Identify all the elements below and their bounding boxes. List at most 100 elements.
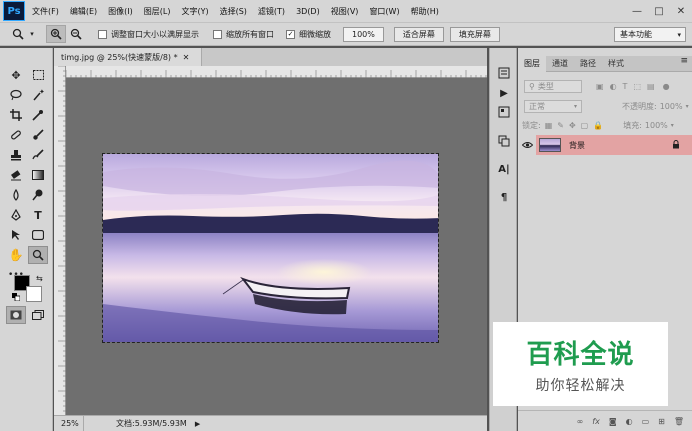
close-window-button[interactable]: ✕ xyxy=(670,0,692,22)
type-tool-icon[interactable]: T xyxy=(28,206,48,224)
rectangle-tool-icon[interactable] xyxy=(28,226,48,244)
menu-edit[interactable]: 编辑(E) xyxy=(70,6,97,17)
chevron-down-icon[interactable]: ▾ xyxy=(671,122,674,129)
chevron-down-icon[interactable]: ▾ xyxy=(28,25,36,43)
scrubby-zoom-checkbox[interactable]: ✓ 细微缩放 xyxy=(286,29,331,40)
screen-mode-icon[interactable] xyxy=(28,306,48,324)
gradient-tool-icon[interactable] xyxy=(28,166,48,184)
move-tool-icon[interactable]: ✥ xyxy=(6,66,26,84)
lock-position-icon[interactable]: ✥ xyxy=(569,121,576,130)
actions-panel-icon[interactable]: ▶ xyxy=(495,84,513,102)
link-layers-icon[interactable]: ∞ xyxy=(577,417,584,426)
delete-layer-icon[interactable]: 🗑 xyxy=(674,417,684,426)
eraser-tool-icon[interactable] xyxy=(6,166,26,184)
document-image[interactable] xyxy=(102,153,439,343)
menu-window[interactable]: 窗口(W) xyxy=(369,6,399,17)
zoom-tool-icon[interactable] xyxy=(28,246,48,264)
brush-tool-icon[interactable] xyxy=(28,126,48,144)
lock-all-icon[interactable]: 🔒 xyxy=(593,121,603,130)
minimize-button[interactable]: — xyxy=(626,0,648,22)
history-brush-tool-icon[interactable] xyxy=(28,146,48,164)
filter-adjustment-icon[interactable]: ◐ xyxy=(610,82,617,91)
menu-type[interactable]: 文字(Y) xyxy=(181,6,208,17)
zoom-tool-preset-icon[interactable] xyxy=(8,25,28,43)
workspace-select[interactable]: 基本功能 ▾ xyxy=(614,27,686,42)
fill-screen-button[interactable]: 填充屏幕 xyxy=(449,26,500,42)
new-group-icon[interactable]: ▭ xyxy=(642,417,650,426)
layer-style-icon[interactable]: fx xyxy=(592,417,600,426)
layer-item-body[interactable]: 背景 xyxy=(536,135,692,155)
lasso-tool-icon[interactable] xyxy=(6,86,26,104)
chevron-right-icon[interactable]: ▶ xyxy=(195,420,200,428)
layers-footer: ∞ fx ◙ ◐ ▭ ⊞ 🗑 xyxy=(518,410,692,431)
lock-transparent-icon[interactable]: ▦ xyxy=(545,121,553,130)
panel-menu-icon[interactable]: ≡ xyxy=(680,56,688,66)
zoom-percent-field[interactable]: 100% xyxy=(343,26,384,42)
menu-image[interactable]: 图像(I) xyxy=(108,6,133,17)
chevron-down-icon[interactable]: ▾ xyxy=(686,103,689,110)
clone-source-panel-icon[interactable] xyxy=(495,132,513,150)
hand-tool-icon[interactable]: ✋ xyxy=(6,246,26,264)
vertical-ruler xyxy=(54,65,66,415)
menu-3d[interactable]: 3D(D) xyxy=(296,7,320,16)
fill-value[interactable]: 100% xyxy=(645,121,668,130)
layer-kind-select[interactable]: ⚲ 类型 xyxy=(524,79,582,93)
tab-layers[interactable]: 图层 xyxy=(518,55,546,72)
add-mask-icon[interactable]: ◙ xyxy=(609,417,617,426)
pen-tool-icon[interactable] xyxy=(6,206,26,224)
checkbox-icon xyxy=(98,29,107,39)
default-colors-icon[interactable] xyxy=(12,293,21,302)
blend-mode-select[interactable]: 正常 ▾ xyxy=(524,99,582,113)
menu-help[interactable]: 帮助(H) xyxy=(411,6,439,17)
magic-wand-tool-icon[interactable]: ✦ xyxy=(28,86,48,104)
maximize-button[interactable]: □ xyxy=(648,0,670,22)
adjustment-layer-icon[interactable]: ◐ xyxy=(626,417,633,426)
zoom-out-icon[interactable] xyxy=(66,25,86,43)
status-zoom[interactable]: 25% xyxy=(54,415,84,431)
menu-select[interactable]: 选择(S) xyxy=(220,6,247,17)
history-panel-icon[interactable] xyxy=(495,64,513,82)
new-layer-icon[interactable]: ⊞ xyxy=(658,417,665,426)
eye-icon[interactable] xyxy=(518,135,536,155)
healing-brush-tool-icon[interactable] xyxy=(6,126,26,144)
blur-tool-icon[interactable] xyxy=(6,186,26,204)
properties-panel-icon[interactable] xyxy=(495,103,513,121)
status-bar: 25% 文档:5.93M/5.93M ▶ xyxy=(54,415,487,431)
blend-row: 正常 ▾ 不透明度: 100% ▾ xyxy=(518,97,692,115)
swap-colors-icon[interactable]: ⇆ xyxy=(36,274,43,283)
filter-toggle-icon[interactable]: ● xyxy=(663,82,670,91)
background-color-swatch[interactable] xyxy=(26,286,42,302)
crop-tool-icon[interactable] xyxy=(6,106,26,124)
layer-filter-row: ⚲ 类型 ▣ ◐ T ⬚ ▤ ● xyxy=(518,77,692,95)
eyedropper-tool-icon[interactable] xyxy=(28,106,48,124)
lock-artboard-icon[interactable]: ▢ xyxy=(581,121,589,130)
tab-channels[interactable]: 通道 xyxy=(546,56,574,72)
filter-type-icon[interactable]: T xyxy=(623,82,628,91)
quick-mask-icon[interactable] xyxy=(6,306,26,324)
menu-filter[interactable]: 滤镜(T) xyxy=(258,6,285,17)
tab-paths[interactable]: 路径 xyxy=(574,56,602,72)
document-tab[interactable]: timg.jpg @ 25%(快速蒙版/8) * ✕ xyxy=(54,48,202,66)
fit-screen-button[interactable]: 适合屏幕 xyxy=(393,26,444,42)
menu-view[interactable]: 视图(V) xyxy=(331,6,359,17)
close-icon[interactable]: ✕ xyxy=(183,53,190,62)
menu-layer[interactable]: 图层(L) xyxy=(144,6,171,17)
zoom-all-windows-checkbox[interactable]: 缩放所有窗口 xyxy=(213,29,274,40)
resize-windows-checkbox[interactable]: 调整窗口大小以满屏显示 xyxy=(98,29,199,40)
paragraph-panel-icon[interactable]: ¶ xyxy=(495,188,513,206)
dodge-tool-icon[interactable] xyxy=(28,186,48,204)
layer-name: 背景 xyxy=(569,140,585,150)
character-panel-icon[interactable]: A| xyxy=(495,160,513,178)
clone-stamp-tool-icon[interactable] xyxy=(6,146,26,164)
filter-smart-object-icon[interactable]: ▤ xyxy=(647,82,655,91)
filter-pixel-icon[interactable]: ▣ xyxy=(596,82,604,91)
tab-styles[interactable]: 样式 xyxy=(602,56,630,72)
filter-shape-icon[interactable]: ⬚ xyxy=(633,82,641,91)
layer-item[interactable]: 背景 xyxy=(518,135,692,155)
zoom-in-icon[interactable] xyxy=(46,25,66,43)
lock-pixels-icon[interactable]: ✎ xyxy=(557,121,564,130)
opacity-value[interactable]: 100% xyxy=(660,102,683,111)
menu-file[interactable]: 文件(F) xyxy=(32,6,59,17)
marquee-tool-icon[interactable] xyxy=(28,66,48,84)
path-selection-tool-icon[interactable] xyxy=(6,226,26,244)
